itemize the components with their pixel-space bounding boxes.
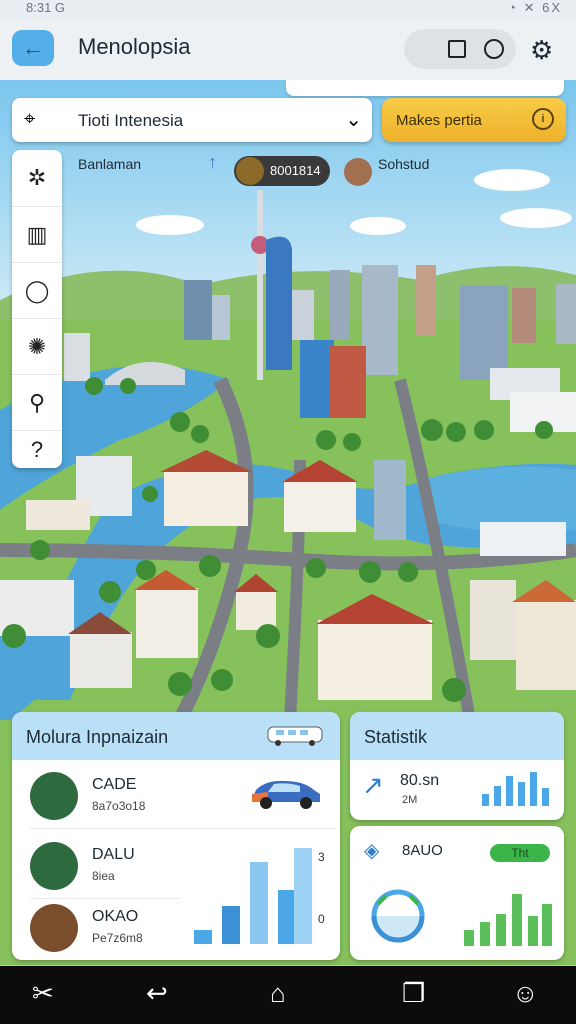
item-sub: 8iea xyxy=(92,869,115,883)
stat-value: 80.sn xyxy=(400,772,440,789)
search-icon[interactable]: ⚲ xyxy=(12,374,62,431)
info-panel: Molura Inpnaizain CADE 8a7o3o18 DALU 8ie… xyxy=(12,712,340,960)
user-avatar[interactable] xyxy=(344,158,372,186)
trend-icon: ↗ xyxy=(362,770,384,800)
divider xyxy=(30,828,336,829)
status-bar: 8:31 G ◔ ✕ 6X xyxy=(0,0,576,18)
avatar xyxy=(236,157,264,185)
map-toolbar: ✲ ▥ ◯ ✺ ⚲ ? xyxy=(12,150,62,468)
chevron-down-icon: ⌄ xyxy=(345,109,362,131)
status-icons: ◔ ✕ 6X xyxy=(508,0,562,15)
diamond-icon: ◈ xyxy=(364,840,380,862)
user-name: Sohstud xyxy=(378,156,430,172)
square-icon[interactable] xyxy=(448,40,466,58)
location-value: Tioti Intenesia xyxy=(78,111,184,130)
north-arrow-icon: ↑ xyxy=(208,152,217,172)
home-icon[interactable]: ⌂ xyxy=(270,978,286,1009)
camera-icon[interactable] xyxy=(484,39,504,59)
app-title: Menolopsia xyxy=(78,34,191,59)
primary-action-label: Makes pertia xyxy=(396,112,482,129)
status-time: 8:31 G xyxy=(26,0,66,15)
app-bar: ← Menolopsia ⚙ xyxy=(0,18,576,80)
back-button[interactable]: ← xyxy=(12,30,54,66)
score-chip-value: 8001814 xyxy=(270,163,321,178)
stats-panel-header: Statistik xyxy=(350,712,564,760)
item-sub: Pe7z6m8 xyxy=(92,931,143,945)
primary-action-button[interactable]: Makes pertia i xyxy=(382,98,566,142)
item-name: OKAO xyxy=(92,908,139,925)
axis-label: 3 xyxy=(318,850,325,864)
tools-icon[interactable]: ✂ xyxy=(32,978,54,1009)
avatar xyxy=(30,904,78,952)
info-panel-title: Molura Inpnaizain xyxy=(26,727,169,747)
info-circle-icon: i xyxy=(532,108,554,130)
mini-bar-graphic xyxy=(482,772,549,806)
list-item[interactable]: CADE 8a7o3o18 xyxy=(12,766,340,832)
bus-icon xyxy=(267,726,323,746)
status-badge: Tht xyxy=(490,844,550,862)
stats-panel-title: Statistik xyxy=(364,727,428,747)
back-icon[interactable]: ↩ xyxy=(146,978,168,1009)
score-chip[interactable]: 8001814 xyxy=(234,156,330,186)
place-label: Banlaman xyxy=(78,156,142,172)
avatar xyxy=(30,772,78,820)
car-icon xyxy=(252,780,320,809)
assistant-icon[interactable]: ☺ xyxy=(512,978,539,1009)
green-bar-graphic xyxy=(464,894,552,946)
avatar xyxy=(30,842,78,890)
help-icon[interactable]: ? xyxy=(12,430,62,469)
stats-card-2: ◈ 8AUO Tht xyxy=(350,826,564,960)
stats-panel: Statistik ↗ 80.sn 2M xyxy=(350,712,564,820)
cycle-icon xyxy=(371,889,425,943)
item-name: CADE xyxy=(92,776,137,793)
map-pin-icon: ⌖ xyxy=(24,108,36,130)
stat-value: 8AUO xyxy=(402,842,443,859)
info-panel-header: Molura Inpnaizain xyxy=(12,712,340,760)
collapsed-tab[interactable] xyxy=(286,80,564,96)
item-sub: 8a7o3o18 xyxy=(92,799,146,813)
arrow-left-icon: ← xyxy=(22,35,44,60)
shape-icon[interactable]: ◯ xyxy=(12,262,62,319)
recents-icon[interactable]: ❐ xyxy=(402,978,425,1009)
item-name: DALU xyxy=(92,846,135,863)
bar-graphic xyxy=(194,848,312,944)
system-nav-bar: ✂ ↩ ⌂ ❐ ☺ xyxy=(0,966,576,1024)
layers-icon[interactable]: ▥ xyxy=(12,206,62,263)
axis-label: 0 xyxy=(318,912,325,926)
stat-sub: 2M xyxy=(402,794,418,806)
location-selector[interactable]: ⌖ Tioti Intenesia ⌄ xyxy=(12,98,372,142)
gear-icon[interactable]: ⚙ xyxy=(530,35,553,66)
action-pill xyxy=(404,29,516,69)
locate-icon[interactable]: ✲ xyxy=(12,150,62,206)
filter-icon[interactable]: ✺ xyxy=(12,318,62,375)
